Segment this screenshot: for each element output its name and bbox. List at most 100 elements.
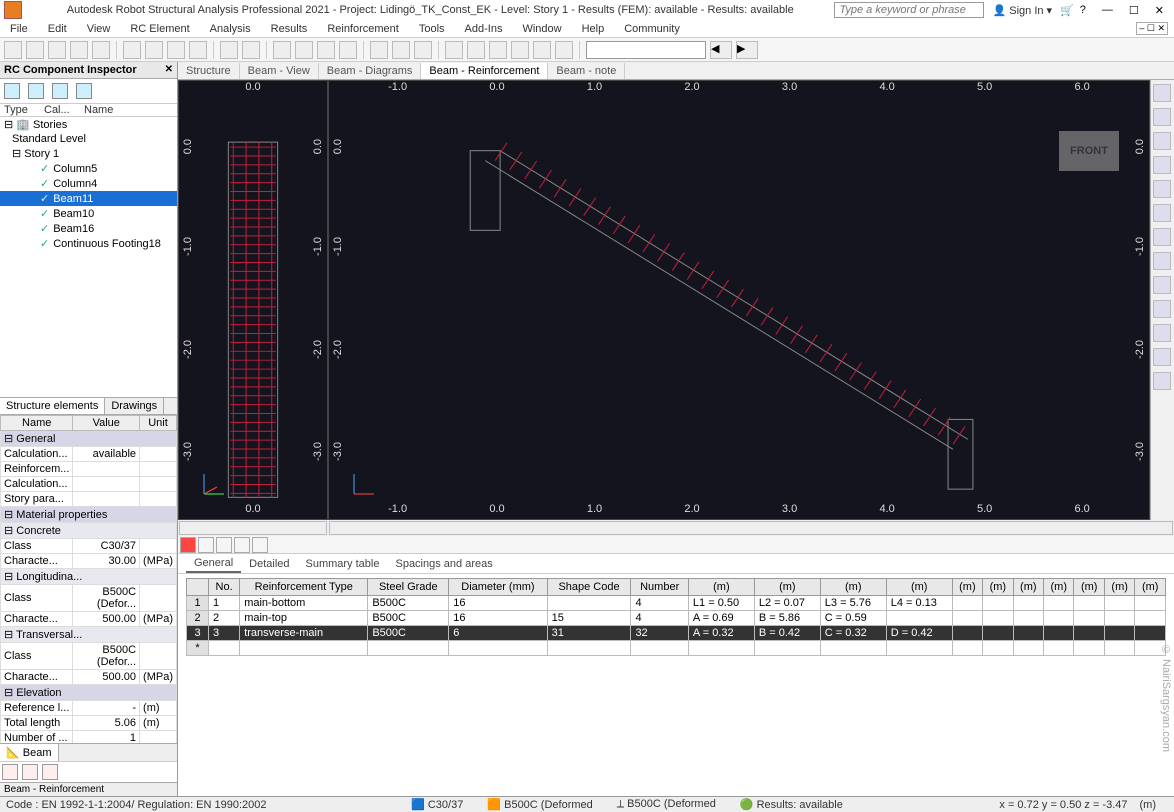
- maximize-button[interactable]: ☐: [1129, 4, 1139, 17]
- subtab-spacings[interactable]: Spacings and areas: [387, 556, 500, 572]
- menu-edit[interactable]: Edit: [38, 23, 77, 35]
- menu-reinforcement[interactable]: Reinforcement: [317, 23, 409, 35]
- subtab-summary[interactable]: Summary table: [298, 556, 388, 572]
- mid-icon-5[interactable]: [252, 537, 268, 553]
- bottom-icon-2[interactable]: [22, 764, 38, 780]
- new-icon[interactable]: [4, 41, 22, 59]
- preview-icon[interactable]: [92, 41, 110, 59]
- calc-icon[interactable]: [445, 41, 463, 59]
- bottom-icon-1[interactable]: [2, 764, 18, 780]
- menu-window[interactable]: Window: [512, 23, 571, 35]
- tree-node[interactable]: ⊟ Story 1: [0, 146, 177, 161]
- tree-header-cal[interactable]: Cal...: [44, 104, 84, 116]
- menu-rc-element[interactable]: RC Element: [120, 23, 199, 35]
- viewcube[interactable]: FRONT: [1059, 131, 1119, 171]
- cut-icon[interactable]: [123, 41, 141, 59]
- menu-community[interactable]: Community: [614, 23, 690, 35]
- grid-icon[interactable]: [392, 41, 410, 59]
- nav-prev-icon[interactable]: ◀: [710, 41, 732, 59]
- delete-icon[interactable]: [189, 41, 207, 59]
- hscroll-1[interactable]: [179, 521, 327, 535]
- tool-c-icon[interactable]: [533, 41, 551, 59]
- tab-beam-diagrams[interactable]: Beam - Diagrams: [319, 63, 422, 79]
- tree-node[interactable]: ✓Beam10: [0, 206, 177, 221]
- open-icon[interactable]: [26, 41, 44, 59]
- tab-structure-elements[interactable]: Structure elements: [0, 398, 105, 414]
- screenshot-icon[interactable]: [414, 41, 432, 59]
- side-icon-13[interactable]: [1153, 372, 1171, 390]
- zoom-window-icon[interactable]: [273, 41, 291, 59]
- viewport-elevation[interactable]: -1.00.01.02.03.04.05.06.0 0.0-1.0-2.0-3.…: [328, 80, 1150, 520]
- tab-structure-view[interactable]: Structure: [178, 63, 240, 79]
- save-icon[interactable]: [48, 41, 66, 59]
- rotate-icon[interactable]: [339, 41, 357, 59]
- mid-icon-2[interactable]: [198, 537, 214, 553]
- menu-addins[interactable]: Add-Ins: [455, 23, 513, 35]
- selection-combo[interactable]: [586, 41, 706, 59]
- signin-button[interactable]: 👤 Sign In ▾: [992, 4, 1052, 17]
- structure-tree[interactable]: ⊟ 🏢 Stories Standard Level ⊟ Story 1 ✓Co…: [0, 117, 177, 397]
- tree-node[interactable]: ✓Column5: [0, 161, 177, 176]
- close-doc-button[interactable]: – ☐ ✕: [1136, 22, 1168, 35]
- info-icon[interactable]: [76, 83, 92, 99]
- hscroll-2[interactable]: [329, 521, 1173, 535]
- side-icon-4[interactable]: [1153, 156, 1171, 174]
- tree-node[interactable]: ✓Beam16: [0, 221, 177, 236]
- refresh-icon[interactable]: [52, 83, 68, 99]
- tree-root[interactable]: ⊟ 🏢 Stories: [0, 117, 177, 132]
- menu-tools[interactable]: Tools: [409, 23, 455, 35]
- tool-a-icon[interactable]: [467, 41, 485, 59]
- cart-icon[interactable]: 🛒: [1060, 4, 1074, 17]
- zoom-all-icon[interactable]: [295, 41, 313, 59]
- side-icon-11[interactable]: [1153, 324, 1171, 342]
- side-icon-7[interactable]: [1153, 228, 1171, 246]
- reinforcement-table[interactable]: No.Reinforcement TypeSteel GradeDiameter…: [186, 578, 1166, 656]
- help-icon[interactable]: ?: [1080, 4, 1086, 16]
- menu-help[interactable]: Help: [572, 23, 615, 35]
- side-icon-8[interactable]: [1153, 252, 1171, 270]
- tree-node[interactable]: Standard Level: [0, 132, 177, 146]
- mid-icon-4[interactable]: [234, 537, 250, 553]
- tool-d-icon[interactable]: [555, 41, 573, 59]
- subtab-general[interactable]: General: [186, 555, 241, 573]
- tree-header-name[interactable]: Name: [84, 104, 113, 116]
- side-icon-5[interactable]: [1153, 180, 1171, 198]
- mid-icon-3[interactable]: [216, 537, 232, 553]
- pan-icon[interactable]: [317, 41, 335, 59]
- tool-b-icon[interactable]: [489, 41, 507, 59]
- side-icon-12[interactable]: [1153, 348, 1171, 366]
- side-icon-2[interactable]: [1153, 108, 1171, 126]
- minimize-button[interactable]: —: [1102, 4, 1113, 17]
- redo-icon[interactable]: [242, 41, 260, 59]
- search-input[interactable]: [834, 2, 984, 18]
- panel-close-icon[interactable]: ✕: [165, 64, 173, 76]
- tab-drawings[interactable]: Drawings: [105, 398, 164, 414]
- snap-icon[interactable]: [370, 41, 388, 59]
- mid-icon-1[interactable]: [180, 537, 196, 553]
- paste-icon[interactable]: [167, 41, 185, 59]
- side-icon-6[interactable]: [1153, 204, 1171, 222]
- tree-header-type[interactable]: Type: [4, 104, 44, 116]
- tree-node[interactable]: ✓Column4: [0, 176, 177, 191]
- tab-beam-note[interactable]: Beam - note: [548, 63, 625, 79]
- settings-icon[interactable]: [511, 41, 529, 59]
- bottom-icon-3[interactable]: [42, 764, 58, 780]
- side-icon-1[interactable]: [1153, 84, 1171, 102]
- tab-beam-reinforcement[interactable]: Beam - Reinforcement: [421, 63, 548, 79]
- tab-beam-view[interactable]: Beam - View: [240, 63, 319, 79]
- nav-next-icon[interactable]: ▶: [736, 41, 758, 59]
- menu-analysis[interactable]: Analysis: [200, 23, 261, 35]
- print-icon[interactable]: [70, 41, 88, 59]
- menu-results[interactable]: Results: [261, 23, 318, 35]
- undo-icon[interactable]: [220, 41, 238, 59]
- viewport-section[interactable]: 0.0 0.0-1.0-2.0-3.0 0.0-1.0-2.0-3.0 0.0: [178, 80, 328, 520]
- wand-icon[interactable]: [28, 83, 44, 99]
- close-button[interactable]: ✕: [1155, 4, 1164, 17]
- menu-view[interactable]: View: [77, 23, 121, 35]
- property-grid[interactable]: NameValueUnit ⊟ GeneralCalculation...ava…: [0, 415, 177, 743]
- side-icon-3[interactable]: [1153, 132, 1171, 150]
- copy-icon[interactable]: [145, 41, 163, 59]
- menu-file[interactable]: File: [0, 23, 38, 35]
- tree-node-selected[interactable]: ✓Beam11: [0, 191, 177, 206]
- side-icon-10[interactable]: [1153, 300, 1171, 318]
